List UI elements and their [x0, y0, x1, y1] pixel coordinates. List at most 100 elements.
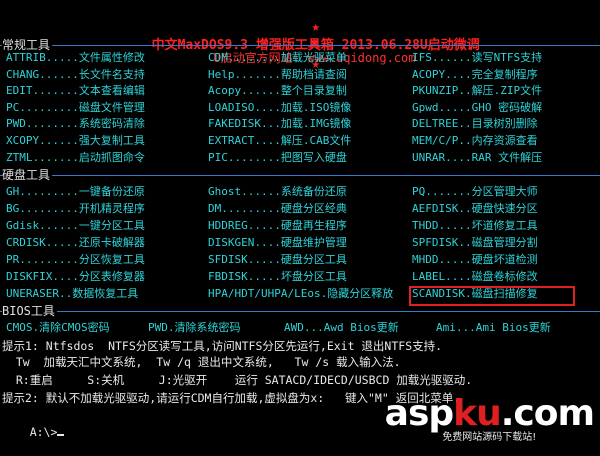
menu-item[interactable]: Ami...Ami Bios更新 — [436, 320, 551, 336]
menu-item[interactable]: LABEL....磁盘卷标修改 — [412, 269, 538, 285]
hint-line: 提示1: Ntfsdos NTFS分区读写工具,访问NTFS分区先运行,Exit… — [2, 339, 443, 353]
menu-item[interactable]: Acopy......整个目录复制 — [208, 83, 347, 99]
watermark-brand-part: asp — [384, 393, 454, 434]
watermark-brand: aspku.com — [384, 393, 595, 434]
menu-item[interactable]: MEM/C/P..内存资源查看 — [412, 133, 538, 149]
menu-item-dots: .... — [445, 150, 472, 164]
menu-item-description: 分区恢复工具 — [78, 253, 145, 266]
menu-item-command: UNRAR — [412, 150, 446, 164]
menu-item[interactable]: EDIT.......文本查看编辑 — [6, 83, 145, 99]
menu-item-command: DISKGEN — [208, 236, 255, 249]
menu-item[interactable]: PR.........分区恢复工具 — [6, 252, 145, 268]
menu-item-dots: .. — [458, 134, 472, 147]
menu-item-command: LABEL — [412, 270, 446, 283]
menu-item-command: PQ — [412, 185, 426, 198]
menu-item-command: MHDD — [412, 253, 439, 266]
menu-item[interactable]: AEFDISK..硬盘快速分区 — [412, 201, 538, 217]
menu-item-command: SPFDISK — [412, 236, 459, 249]
menu-item[interactable]: LOADISO....加载.ISO镜像 — [208, 100, 351, 116]
menu-item-description: 整个目录复制 — [280, 84, 347, 98]
menu-item-dots: .. — [458, 117, 472, 131]
menu-item-dots: ......... — [19, 253, 79, 266]
menu-item[interactable]: FBDISK.....坏盘分区工具 — [208, 269, 347, 285]
menu-item-dots: .. — [58, 287, 73, 300]
menu-item-description: 一键分区工具 — [78, 219, 145, 232]
menu-item-description: 一键备份还原 — [78, 185, 145, 198]
menu-item[interactable]: MHDD.....硬盘坏道检测 — [412, 252, 538, 268]
menu-item-command: EXTRACT — [208, 134, 255, 147]
menu-item[interactable]: ZTML.......启动抓图命令 — [6, 150, 145, 166]
menu-item[interactable]: THDD.....坏道修复工具 — [412, 218, 538, 234]
menu-item-command: CHANG — [6, 67, 40, 81]
menu-item-description: 完全复制程序 — [471, 67, 538, 81]
section-title: BIOS工具 — [2, 304, 57, 318]
menu-item-command: CRDISK — [6, 236, 46, 249]
section-bios-tools: BIOS工具 — [0, 304, 600, 318]
menu-item-description: 坏道修复工具 — [471, 219, 538, 232]
menu-item-command: PR — [6, 253, 20, 266]
menu-item[interactable]: PIC........把图写入硬盘 — [208, 150, 347, 166]
menu-item-description: 硬盘维护管理 — [280, 236, 347, 249]
menu-item-command: AEFDISK — [412, 202, 459, 215]
menu-item-description: 分区管理大师 — [471, 185, 538, 198]
menu-item[interactable]: Gpwd.....GHO 密码破解 — [412, 100, 542, 116]
menu-item[interactable]: UNERASER..数据恢复工具 — [6, 286, 138, 302]
menu-item-command: ZTML — [6, 150, 33, 164]
menu-item[interactable]: CHANG......长文件名支持 — [6, 67, 145, 83]
menu-item[interactable]: PC.........磁盘文件管理 — [6, 100, 145, 116]
menu-item-command: LOADISO — [208, 100, 255, 114]
menu-item[interactable]: ATTRIB.....文件属性修改 — [6, 50, 145, 66]
prompt-text: A:\> — [29, 425, 58, 439]
menu-item[interactable]: AWD...Awd Bios更新 — [284, 320, 399, 336]
menu-item-description: 加载光驱菜单 — [280, 51, 347, 64]
menu-item-description: 硬盘再生程序 — [280, 219, 347, 232]
menu-item-description: RAR 文件解压 — [471, 150, 543, 164]
menu-item-command: SFDISK — [208, 253, 248, 266]
menu-item[interactable]: DM.........硬盘分区经典 — [208, 201, 347, 217]
menu-item-dots: ......... — [221, 202, 281, 215]
menu-item-command: Gdisk — [6, 219, 40, 232]
menu-item[interactable]: SFDISK.....硬盘分区工具 — [208, 252, 347, 268]
watermark-brand-part: ku — [453, 393, 502, 434]
menu-item[interactable]: CDM........加载光驱菜单 — [208, 50, 347, 66]
menu-item[interactable]: HDDREG.....硬盘再生程序 — [208, 218, 347, 234]
menu-item-dots: ...... — [431, 51, 472, 64]
menu-item-dots: ....... — [32, 150, 79, 164]
menu-item[interactable]: PKUNZIP..解压.ZIP文件 — [412, 83, 542, 99]
menu-item[interactable]: EXTRACT....解压.CAB文件 — [208, 133, 351, 149]
menu-item[interactable]: XCOPY......强大复制工具 — [6, 133, 145, 149]
menu-item-dots: .... — [254, 236, 281, 249]
section-disk-tools: 硬盘工具 — [0, 168, 600, 182]
menu-item[interactable]: DELTREE..目录树別删除 — [412, 116, 538, 132]
menu-item[interactable]: PQ.......分区管理大师 — [412, 184, 538, 200]
selection-highlight — [409, 286, 575, 306]
menu-item-description: 磁盘卷标修改 — [471, 270, 538, 283]
menu-item[interactable]: SPFDISK..磁盘管理分割 — [412, 235, 538, 251]
menu-item[interactable]: BG.........开机精灵程序 — [6, 201, 145, 217]
menu-item[interactable]: UNRAR....RAR 文件解压 — [412, 150, 542, 166]
menu-item-command: CMOS — [6, 321, 33, 334]
menu-item[interactable]: DISKFIX....分区表修复器 — [6, 269, 145, 285]
menu-item-description: 帮助档请查阅 — [280, 67, 347, 81]
menu-item-description: 硬盘分区经典 — [280, 202, 347, 215]
menu-item[interactable]: HPA/HDT/UHPA/LEos.隐藏分区释放 — [208, 286, 393, 302]
menu-item-description: 坏盘分区工具 — [280, 270, 347, 283]
menu-item-dots: ....... — [425, 185, 472, 198]
menu-item-dots: ..... — [438, 219, 472, 232]
menu-item[interactable]: PWD.清除系统密码 — [148, 320, 241, 336]
menu-item-command: HDDREG — [208, 219, 248, 232]
menu-item[interactable]: Gdisk......一键分区工具 — [6, 218, 145, 234]
menu-item[interactable]: FAKEDISK...加载.IMG镜像 — [208, 116, 351, 132]
menu-item[interactable]: Ghost......系统备份还原 — [208, 184, 347, 200]
menu-item[interactable]: Help.......帮助档请查阅 — [208, 67, 347, 83]
menu-item[interactable]: PWD........系统密码清除 — [6, 116, 145, 132]
menu-item-dots: .... — [254, 100, 281, 114]
menu-item[interactable]: ACOPY....完全复制程序 — [412, 67, 538, 83]
menu-item-command: HPA/HDT/UHPA/LEos — [208, 287, 321, 300]
menu-item[interactable]: CMOS.清除CMOS密码 — [6, 320, 110, 336]
menu-item[interactable]: CRDISK.....还原卡破解器 — [6, 235, 145, 251]
menu-item[interactable]: IFS......读写NTFS支持 — [412, 50, 542, 66]
menu-item-dots: ...... — [39, 134, 79, 147]
menu-item[interactable]: DISKGEN....硬盘维护管理 — [208, 235, 347, 251]
menu-item[interactable]: GH.........一键备份还原 — [6, 184, 145, 200]
